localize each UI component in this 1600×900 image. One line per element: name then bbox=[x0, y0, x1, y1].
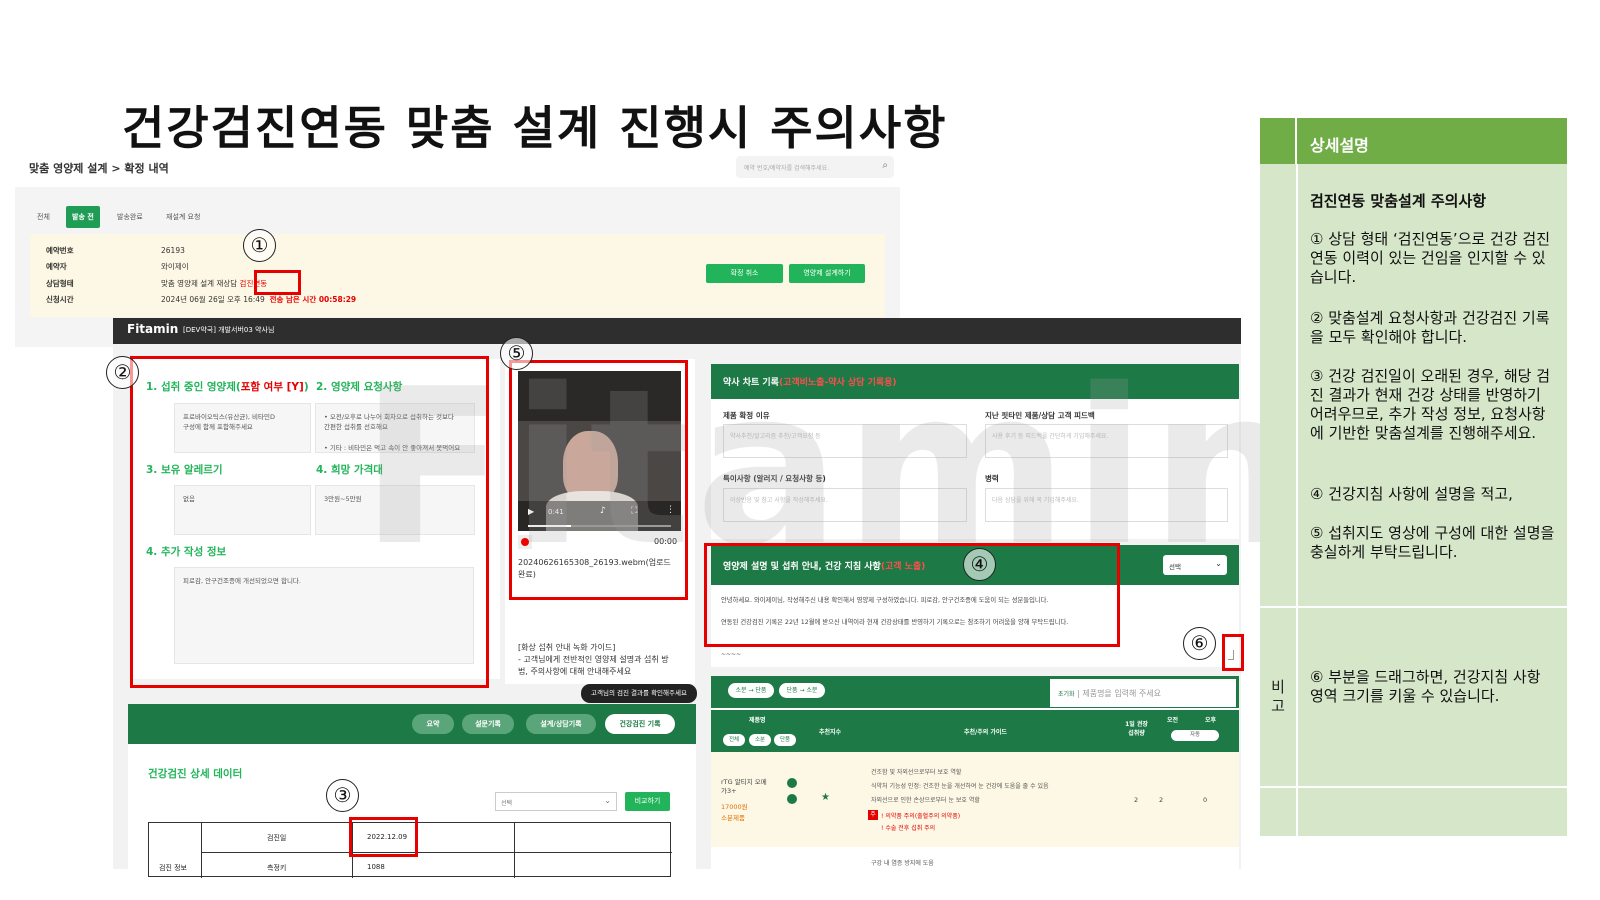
slide-title: 건강검진연동 맞춤 설계 진행시 주의사항 bbox=[122, 101, 948, 155]
design-button[interactable]: 영양제 설계하기 bbox=[789, 264, 865, 283]
marker-6: ⑥ bbox=[1183, 627, 1216, 660]
highlight-box-4 bbox=[704, 543, 1120, 647]
tab-all[interactable]: 전체 bbox=[31, 206, 56, 228]
product-price: 17000원 bbox=[721, 803, 748, 811]
search-icon[interactable]: ⌕ bbox=[882, 160, 888, 171]
breadcrumb: 맞춤 영양제 설계 > 확정 내역 bbox=[29, 162, 169, 175]
description-point-3: ③ 건강 검진일이 오래된 경우, 해당 검진 결과가 현재 건강 상태를 반영… bbox=[1310, 367, 1551, 442]
video-guide: [화상 섭취 안내 녹화 가이드] - 고객님에게 전반적인 영양제 설명과 섭… bbox=[518, 643, 669, 676]
exam-date-label: 검진일 bbox=[267, 834, 287, 842]
highlight-box-2 bbox=[130, 356, 489, 688]
tab-before-send[interactable]: 발송 전 bbox=[66, 206, 100, 228]
product-toolbar: 소분 → 단품 단품 → 소분 초기화 | 제품명을 입력해 주세요 bbox=[711, 676, 1239, 708]
product-type: 소분제품 bbox=[721, 814, 745, 822]
marker-3: ③ bbox=[326, 779, 359, 812]
reservation-info: 예약번호 26193 예약자 와이제이 상담형태 맞춤 영양제 설계 재상담 검진연동… bbox=[30, 234, 885, 317]
product-search-input[interactable]: 초기화 | 제품명을 입력해 주세요 bbox=[1049, 678, 1237, 708]
confirm-cancel-button[interactable]: 확정 취소 bbox=[706, 264, 783, 283]
description-point-5: ⑤ 섭취지도 영상에 구성에 대한 설명을 충실하게 부탁드립니다. bbox=[1310, 524, 1555, 561]
tab-sent[interactable]: 발송완료 bbox=[111, 206, 149, 228]
chip-split-to-single[interactable]: 소분 → 단품 bbox=[728, 683, 774, 698]
tab-survey[interactable]: 설문기록 bbox=[462, 714, 514, 734]
guide-line-3: 자외선으로 인한 손상으로부터 눈 보호 역할 bbox=[871, 797, 980, 804]
product-card: 소분 → 단품 단품 → 소분 초기화 | 제품명을 입력해 주세요 제품명 추… bbox=[711, 676, 1239, 869]
chip-single-to-split[interactable]: 단품 → 소분 bbox=[779, 683, 825, 698]
description-table: 상세설명 검진연동 맞춤설계 주의사항 ① 상담 형태 ‘검진연동’으로 건강 … bbox=[1260, 118, 1567, 836]
fitamin-logo: Fitamin bbox=[127, 322, 179, 336]
am-qty[interactable]: 2 bbox=[1159, 796, 1163, 804]
info-row-time: 신청시간 2024년 06월 26일 오후 16:49 전송 남은 시간 00:5… bbox=[46, 295, 357, 304]
highlight-box-3 bbox=[349, 817, 418, 857]
marker-4: ④ bbox=[963, 548, 996, 581]
health-tabs-bar: 요약 설문기록 설계/상담기록 건강검진 기록 bbox=[128, 704, 696, 744]
description-header: 상세설명 bbox=[1260, 118, 1567, 164]
compare-button[interactable]: 비교하기 bbox=[625, 792, 670, 811]
star-icon: ★ bbox=[821, 792, 830, 803]
filter-single[interactable]: 단품 bbox=[774, 734, 796, 746]
product-name: rTG 알티지 오메가3+ bbox=[721, 778, 767, 796]
height-label: 측정키 bbox=[267, 864, 287, 872]
auto-toggle[interactable]: 자동 bbox=[1171, 730, 1219, 741]
filter-all[interactable]: 전체 bbox=[723, 734, 745, 746]
info-icon[interactable] bbox=[787, 794, 797, 804]
guide-line-2: 식약처 기능성 인정: 건조한 눈을 개선하여 눈 건강에 도움을 줄 수 있음 bbox=[871, 783, 1049, 790]
health-tooltip: 고객님의 검진 결과를 확인해주세요 bbox=[581, 684, 697, 703]
description-point-2: ② 맞춤설계 요청사항과 건강검진 기록을 모두 확인해야 합니다. bbox=[1310, 309, 1550, 346]
chevron-down-icon: ⌄ bbox=[604, 796, 611, 805]
health-select[interactable]: 선택 ⌄ bbox=[495, 792, 617, 811]
description-point-1: ① 상담 형태 ‘검진연동’으로 건강 검진 연동 이력이 있는 건임을 인지할… bbox=[1310, 230, 1551, 286]
reset-button[interactable]: 초기화 bbox=[1058, 691, 1075, 698]
tab-summary[interactable]: 요약 bbox=[412, 714, 454, 734]
note-label: 비고 bbox=[1271, 678, 1285, 715]
tab-health-record[interactable]: 건강검진 기록 bbox=[605, 714, 675, 734]
marker-2: ② bbox=[106, 356, 139, 389]
search-input[interactable]: 예약 번호/예약자를 검색해주세요. ⌕ bbox=[736, 156, 894, 178]
marker-5: ⑤ bbox=[500, 337, 533, 370]
guide-ellipsis: ~~~~ bbox=[721, 651, 742, 658]
height-value: 1088 bbox=[367, 863, 385, 871]
table-row[interactable]: rTG 알티지 오메가3+ 17000원 소분제품 ★ 건조함 및 자외선으로부… bbox=[711, 752, 1239, 847]
highlight-box-6 bbox=[1222, 634, 1244, 671]
marker-1: ① bbox=[243, 229, 276, 262]
pm-qty[interactable]: 0 bbox=[1203, 796, 1207, 804]
warning-badge: 주 bbox=[868, 810, 878, 820]
info-row-name: 예약자 와이제이 bbox=[46, 262, 189, 271]
guide-line-1: 건조함 및 자외선으로부터 보호 역할 bbox=[871, 769, 962, 776]
info-row-type: 상담형태 맞춤 영양제 설계 재상담 검진연동 bbox=[46, 279, 268, 288]
warning-1: ! 의약품 주의(출혈주의 의약품) bbox=[881, 813, 961, 820]
tab-design-record[interactable]: 설계/상담기록 bbox=[526, 714, 596, 734]
highlight-box-5 bbox=[509, 360, 688, 600]
remove-icon[interactable] bbox=[787, 778, 797, 788]
exam-info-label: 검진 정보 bbox=[159, 864, 187, 872]
info-row-id: 예약번호 26193 bbox=[46, 246, 185, 255]
warning-2: ! 수술 전후 섭취 주의 bbox=[881, 825, 936, 832]
tab-redesign[interactable]: 재설계 요청 bbox=[160, 206, 206, 228]
product-table-header: 제품명 추천지수 추천/주의 가이드 1일 권장 섭취량 오전 오후 전체 소분… bbox=[711, 710, 1239, 752]
note-text: ⑥ 부분을 드래그하면, 건강지침 사항 영역 크기를 키울 수 있습니다. bbox=[1310, 668, 1541, 705]
description-point-4: ④ 건강지침 사항에 설명을 적고, bbox=[1310, 485, 1513, 503]
health-title: 건강검진 상세 데이터 bbox=[148, 768, 243, 780]
highlight-box-1 bbox=[254, 270, 301, 295]
filter-split[interactable]: 소분 bbox=[749, 734, 771, 746]
daily-qty: 2 bbox=[1134, 796, 1139, 804]
description-heading: 검진연동 맞춤설계 주의사항 bbox=[1310, 192, 1487, 210]
next-row-guide: 구강 내 염증 방지에 도움 bbox=[871, 860, 934, 867]
pharmacist-label: [DEV약국] 개발서버03 약사님 bbox=[183, 326, 275, 334]
fitamin-header: Fitamin [DEV약국] 개발서버03 약사님 bbox=[113, 318, 1241, 344]
